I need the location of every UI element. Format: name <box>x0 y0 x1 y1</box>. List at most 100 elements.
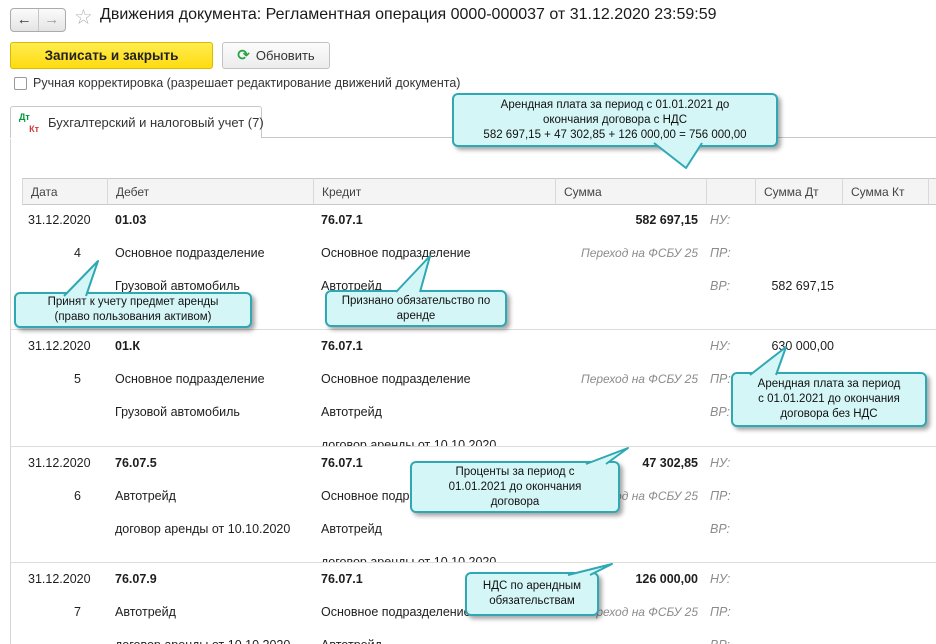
cell-debit: договор аренды от 10.10.2020 <box>107 629 313 644</box>
cell-credit: договор аренды от 10.10.2020 <box>313 546 555 563</box>
cell-date: 31.12.2020 <box>22 204 107 237</box>
table-row[interactable]: 4Основное подразделениеОсновное подразде… <box>10 237 936 270</box>
cell-credit: Автотрейд <box>313 396 555 429</box>
column-header[interactable] <box>706 178 755 205</box>
cell-sum-kt <box>842 546 928 563</box>
cell-date: 5 <box>22 363 107 396</box>
cell-sum-dt <box>755 429 842 447</box>
table-row[interactable]: 31.12.202001.0376.07.1582 697,15НУ: <box>10 204 936 237</box>
cell-date: 7 <box>22 596 107 629</box>
callout-tail-up <box>386 252 438 294</box>
row-sliver <box>928 270 936 303</box>
header-gutter <box>10 178 22 205</box>
row-gutter <box>10 396 22 429</box>
cell-sum-kt <box>842 330 928 363</box>
cell-debit: 76.07.5 <box>107 447 313 480</box>
cell-sum-kt <box>842 629 928 644</box>
row-sliver <box>928 447 936 480</box>
column-header[interactable]: Сумма Кт <box>842 178 928 205</box>
row-sliver <box>928 363 936 396</box>
cell-sum-kt <box>842 563 928 596</box>
row-sliver <box>928 513 936 546</box>
column-header[interactable]: Сумма <box>555 178 706 205</box>
callout-tail-up-right <box>558 562 618 576</box>
cell-debit: Основное подразделение <box>107 363 313 396</box>
row-sliver <box>928 546 936 563</box>
cell-tax-label: НУ: <box>706 563 755 596</box>
callout-lease-asset-accepted: Принят к учету предмет аренды (право пол… <box>14 292 252 328</box>
column-header[interactable]: Кредит <box>313 178 555 205</box>
cell-date <box>22 629 107 644</box>
cell-sum-dt <box>755 596 842 629</box>
table-header-row: ДатаДебетКредитСумма Сумма ДтСумма Кт <box>10 178 936 205</box>
cell-tax-label: НУ: <box>706 447 755 480</box>
cell-debit <box>107 429 313 447</box>
row-gutter <box>10 596 22 629</box>
cell-date <box>22 546 107 563</box>
column-header[interactable]: Дебет <box>107 178 313 205</box>
cell-sum-dt <box>755 204 842 237</box>
row-sliver <box>928 596 936 629</box>
cell-debit: 01.К <box>107 330 313 363</box>
row-sliver <box>928 204 936 237</box>
cell-amount <box>555 429 706 447</box>
cell-amount <box>555 546 706 563</box>
cell-amount <box>555 270 706 303</box>
callout-interest-period: Проценты за период с 01.01.2021 до оконч… <box>410 461 620 513</box>
row-gutter <box>10 204 22 237</box>
table-row[interactable]: договор аренды от 10.10.2020АвтотрейдВР: <box>10 513 936 546</box>
table-row[interactable]: договор аренды от 10.10.2020АвтотрейдВР: <box>10 629 936 644</box>
row-sliver <box>928 629 936 644</box>
row-sliver <box>928 330 936 363</box>
callout-rent-without-vat: Арендная плата за период с 01.01.2021 до… <box>731 372 927 427</box>
table-row[interactable]: договор аренды от 10.10.2020 <box>10 429 936 447</box>
cell-amount: Переход на ФСБУ 25 <box>555 237 706 270</box>
cell-tax-label: ПР: <box>706 237 755 270</box>
cell-tax-label <box>706 546 755 563</box>
cell-date: 31.12.2020 <box>22 330 107 363</box>
header-gutter <box>928 178 936 205</box>
table-row[interactable]: 31.12.202001.К76.07.1НУ:630 000,00 <box>10 330 936 363</box>
row-gutter <box>10 447 22 480</box>
row-gutter <box>10 237 22 270</box>
cell-credit: 76.07.1 <box>313 330 555 363</box>
callout-tail-down <box>650 142 706 170</box>
cell-amount <box>555 513 706 546</box>
cell-sum-kt <box>842 204 928 237</box>
cell-credit: Автотрейд <box>313 513 555 546</box>
cell-debit: Автотрейд <box>107 596 313 629</box>
cell-tax-label: ВР: <box>706 270 755 303</box>
table-row[interactable]: договор аренды от 10.10.2020 <box>10 546 936 563</box>
callout-tail-up <box>56 258 106 298</box>
cell-amount <box>555 396 706 429</box>
cell-credit: договор аренды от 10.10.2020 <box>313 429 555 447</box>
movements-window: ← → ☆ Движения документа: Регламентная о… <box>0 0 936 644</box>
cell-debit: Грузовой автомобиль <box>107 396 313 429</box>
row-gutter <box>10 429 22 447</box>
cell-date: 31.12.2020 <box>22 447 107 480</box>
callout-vat-lease-liabilities: НДС по арендным обязательствам <box>465 572 599 616</box>
cell-debit: Автотрейд <box>107 480 313 513</box>
row-sliver <box>928 429 936 447</box>
cell-sum-kt <box>842 429 928 447</box>
row-sliver <box>928 396 936 429</box>
cell-amount: 582 697,15 <box>555 204 706 237</box>
cell-amount <box>555 330 706 363</box>
cell-tax-label <box>706 429 755 447</box>
column-header[interactable]: Дата <box>22 178 107 205</box>
cell-amount <box>555 629 706 644</box>
row-sliver <box>928 480 936 513</box>
row-sliver <box>928 563 936 596</box>
callout-rent-total-with-vat: Арендная плата за период с 01.01.2021 до… <box>452 93 778 147</box>
column-header[interactable]: Сумма Дт <box>755 178 842 205</box>
cell-sum-kt <box>842 513 928 546</box>
cell-tax-label: НУ: <box>706 204 755 237</box>
cell-sum-dt: 582 697,15 <box>755 270 842 303</box>
row-gutter <box>10 546 22 563</box>
row-gutter <box>10 629 22 644</box>
callout-tail-up-right <box>578 446 632 466</box>
cell-date: 6 <box>22 480 107 513</box>
cell-sum-dt <box>755 546 842 563</box>
cell-debit: 76.07.9 <box>107 563 313 596</box>
cell-date: 31.12.2020 <box>22 563 107 596</box>
